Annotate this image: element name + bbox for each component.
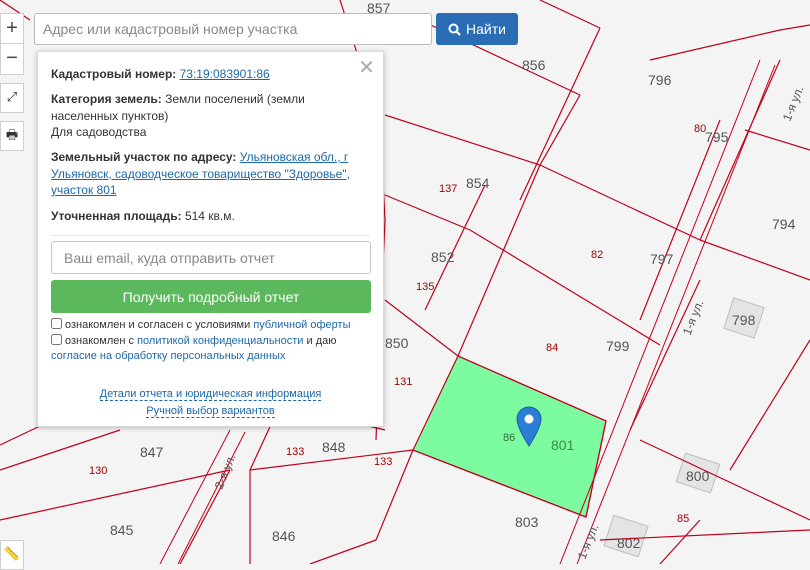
cadastral-number-link[interactable]: 73:19:083901:86 bbox=[180, 67, 270, 81]
consent-offer-text: ознакомлен и согласен с условиями bbox=[65, 319, 254, 331]
parcel-number: 797 bbox=[650, 251, 674, 267]
offer-checkbox[interactable] bbox=[51, 318, 62, 329]
fullscreen-icon[interactable]: ⤢ bbox=[0, 83, 24, 113]
parcel-code: 84 bbox=[546, 342, 558, 354]
parcel-number: 799 bbox=[606, 338, 630, 354]
print-icon[interactable]: 🖶 bbox=[0, 121, 24, 151]
parcel-code: 133 bbox=[374, 456, 392, 468]
category-label: Категория земель: bbox=[51, 92, 162, 106]
ruler-icon[interactable]: 📏 bbox=[0, 540, 24, 570]
search-button[interactable]: Найти bbox=[436, 13, 518, 45]
consent-privacy-mid: и даю bbox=[303, 335, 337, 347]
parcel-number: 796 bbox=[648, 72, 672, 88]
search-icon bbox=[448, 23, 461, 36]
parcel-code: 130 bbox=[89, 465, 107, 477]
parcel-info-popup: ✕ Кадастровый номер: 73:19:083901:86 Кат… bbox=[37, 51, 384, 427]
parcel-number: 850 bbox=[385, 335, 409, 351]
cadastral-label: Кадастровый номер: bbox=[51, 67, 177, 81]
search-input[interactable] bbox=[34, 13, 432, 45]
parcel-number: 846 bbox=[272, 528, 296, 544]
parcel-code: 131 bbox=[394, 376, 412, 388]
address-row: Земельный участок по адресу: Ульяновская… bbox=[51, 149, 367, 199]
manual-selection-link[interactable]: Ручной выбор вариантов bbox=[146, 405, 275, 418]
area-value: 514 кв.м. bbox=[184, 209, 235, 223]
parcel-number: 795 bbox=[705, 129, 729, 145]
parcel-number: 803 bbox=[515, 514, 539, 530]
parcel-number: 802 bbox=[617, 535, 641, 551]
parcel-number: 848 bbox=[322, 439, 346, 455]
area-row: Уточненная площадь: 514 кв.м. bbox=[51, 208, 367, 225]
usage-value: Для садоводства bbox=[51, 125, 147, 139]
parcel-code: 80 bbox=[694, 123, 706, 135]
manual-link-row: Ручной выбор вариантов bbox=[38, 405, 383, 418]
get-report-button[interactable]: Получить подробный отчет bbox=[51, 280, 371, 313]
privacy-policy-link[interactable]: политикой конфиденциальности bbox=[137, 335, 303, 347]
parcel-code: 135 bbox=[416, 281, 434, 293]
parcel-number: 794 bbox=[772, 216, 796, 232]
cadastral-row: Кадастровый номер: 73:19:083901:86 bbox=[51, 66, 367, 83]
consent-privacy: ознакомлен с политикой конфиденциальност… bbox=[51, 334, 336, 364]
parcel-number: 856 bbox=[522, 57, 546, 73]
details-link-row: Детали отчета и юридическая информация bbox=[38, 388, 383, 401]
zoom-in-button[interactable]: + bbox=[0, 13, 24, 45]
parcel-number: 847 bbox=[140, 444, 164, 460]
parcel-number: 845 bbox=[110, 522, 134, 538]
email-field[interactable] bbox=[51, 241, 371, 274]
search-button-label: Найти bbox=[466, 21, 506, 37]
parcel-code: 85 bbox=[677, 513, 689, 525]
details-link[interactable]: Детали отчета и юридическая информация bbox=[99, 388, 322, 401]
parcel-number: 852 bbox=[431, 249, 455, 265]
parcel-code: 133 bbox=[286, 446, 304, 458]
parcel-number: 854 bbox=[466, 175, 490, 191]
parcel-number: 798 bbox=[732, 312, 756, 328]
divider bbox=[51, 235, 370, 236]
consent-offer: ознакомлен и согласен с условиями публич… bbox=[51, 318, 351, 333]
personal-data-consent-link[interactable]: согласие на обработку персональных данны… bbox=[51, 350, 285, 362]
area-label: Уточненная площадь: bbox=[51, 209, 182, 223]
zoom-out-button[interactable]: − bbox=[0, 43, 24, 75]
parcel-code: 82 bbox=[591, 249, 603, 261]
privacy-checkbox[interactable] bbox=[51, 334, 62, 345]
address-label: Земельный участок по адресу: bbox=[51, 150, 237, 164]
public-offer-link[interactable]: публичной оферты bbox=[253, 319, 350, 331]
parcel-number: 800 bbox=[686, 468, 710, 484]
parcel-number: 801 bbox=[551, 437, 575, 453]
parcel-code: 137 bbox=[439, 183, 457, 195]
category-row: Категория земель: Земли поселений (земли… bbox=[51, 91, 367, 141]
consent-privacy-text: ознакомлен с bbox=[65, 335, 138, 347]
parcel-code: 86 bbox=[503, 432, 515, 444]
